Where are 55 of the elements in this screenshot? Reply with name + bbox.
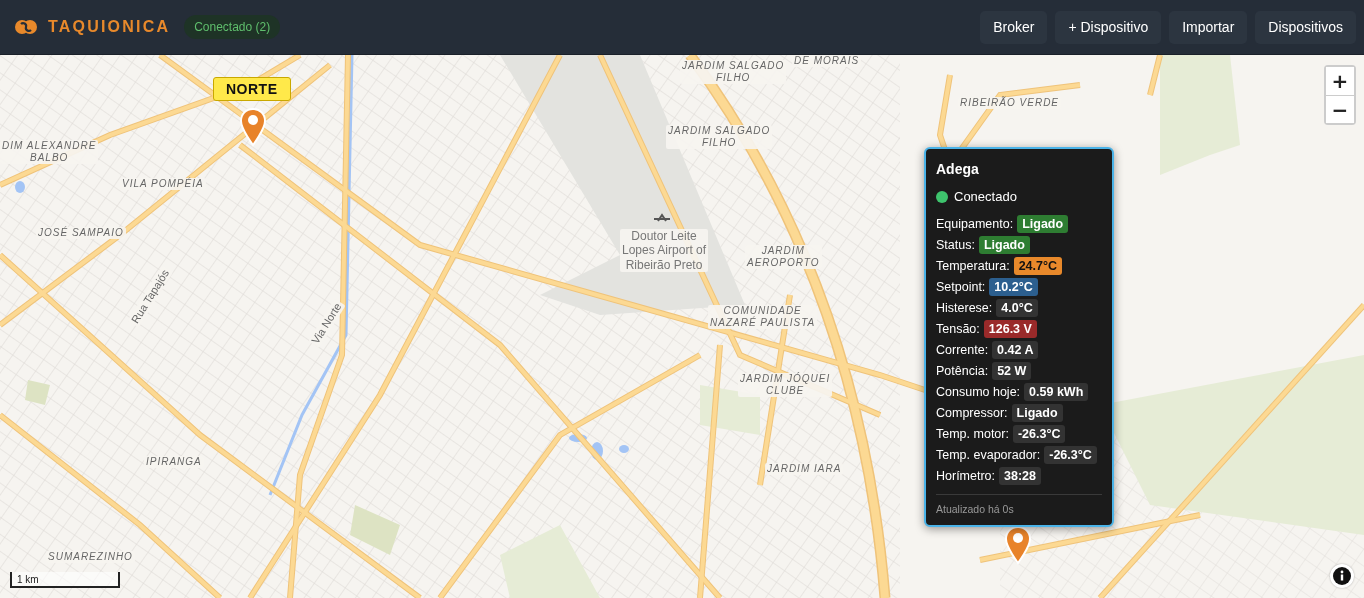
field-label: Temperatura: — [936, 258, 1010, 273]
value-badge: Ligado — [1011, 403, 1063, 422]
district-label: JARDIM SALGADO FILHO — [680, 60, 787, 84]
value-badge: 10.2°C — [989, 277, 1038, 296]
field-label: Temp. motor: — [936, 426, 1009, 441]
field-label: Horímetro: — [936, 468, 996, 483]
value-badge: Ligado — [978, 235, 1030, 254]
header-button[interactable]: Importar — [1169, 10, 1248, 44]
zoom-out-button[interactable]: − — [1326, 95, 1354, 123]
district-label: JARDIM JÓQUEI CLUBE — [738, 373, 833, 397]
value-badge: 0.59 kWh — [1024, 382, 1089, 401]
value-badge: 0.42 A — [992, 340, 1039, 359]
header-button[interactable]: + Dispositivo — [1055, 10, 1162, 44]
district-label: JARDIM IARA — [765, 463, 844, 475]
value-badge: 126.3 V — [983, 319, 1037, 338]
map-pin-icon[interactable] — [1003, 525, 1033, 565]
district-label: SUMAREZINHO — [46, 551, 135, 563]
field-label: Potência: — [936, 363, 989, 378]
field-label: Tensão: — [936, 321, 980, 336]
info-icon — [1332, 566, 1352, 586]
field-label: Compressor: — [936, 405, 1008, 420]
district-label: IPIRANGA — [144, 456, 204, 468]
field-label: Consumo hoje: — [936, 384, 1021, 399]
header-button[interactable]: Broker — [980, 10, 1048, 44]
header-button[interactable]: Dispositivos — [1255, 10, 1356, 44]
status-text: Conectado — [954, 189, 1017, 204]
district-label: VILA POMPÉIA — [120, 178, 206, 190]
district-label: DIM ALEXANDRE BALBO — [0, 140, 99, 164]
district-label: COMUNIDADE NAZARÉ PAULISTA — [708, 305, 818, 329]
value-badge: Ligado — [1017, 214, 1069, 233]
logo-icon — [14, 18, 38, 36]
connection-status: Conectado (2) — [184, 15, 281, 39]
district-label: DE MORAIS — [792, 55, 862, 67]
map-pin-icon[interactable] — [238, 107, 268, 147]
value-badge: 24.7°C — [1013, 256, 1062, 275]
value-badge: -26.3°C — [1044, 445, 1097, 464]
value-badge: 4.0°C — [996, 298, 1038, 317]
district-label: JARDIM AEROPORTO — [745, 245, 822, 269]
updated-time: Atualizado há 0s — [936, 494, 1102, 515]
district-label: JARDIM SALGADO FILHO — [666, 125, 773, 149]
field-label: Status: — [936, 237, 975, 252]
field-label: Setpoint: — [936, 279, 986, 294]
value-badge: 38:28 — [999, 466, 1042, 485]
airport-label: Doutor Leite Lopes Airport of Ribeirão Preto — [620, 229, 709, 273]
field-label: Corrente: — [936, 342, 989, 357]
field-label: Temp. evaporador: — [936, 447, 1041, 462]
district-label: JOSÉ SAMPAIO — [36, 227, 126, 239]
marker-tag: NORTE — [213, 77, 291, 101]
brand-name: TAQUIONICA — [48, 18, 171, 36]
value-badge: -26.3°C — [1012, 424, 1066, 443]
field-label: Equipamento: — [936, 216, 1014, 231]
value-badge: 52 W — [992, 361, 1032, 380]
field-label: Histerese: — [936, 300, 993, 315]
popup-title: Adega — [936, 161, 980, 177]
scale-bar: 1 km — [10, 572, 120, 588]
